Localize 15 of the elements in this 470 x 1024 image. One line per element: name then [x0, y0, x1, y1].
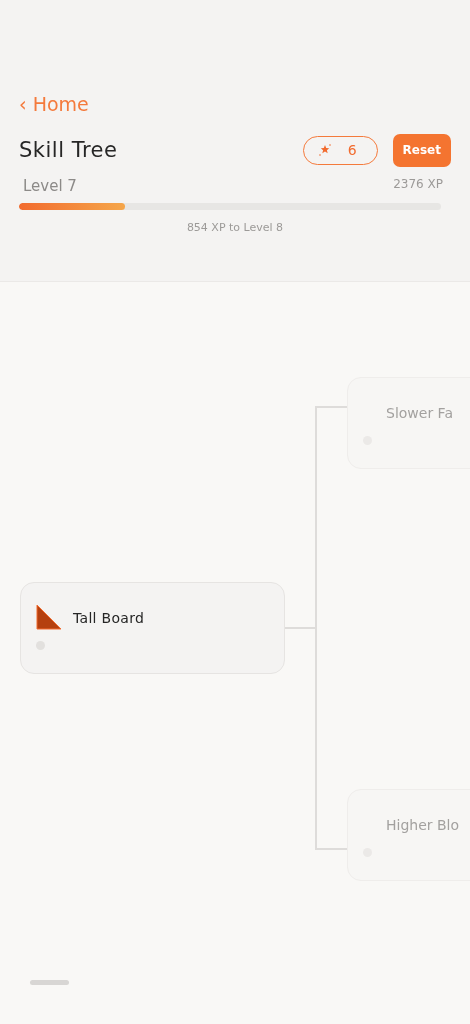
skill-node[interactable]: Slower Fa [347, 377, 470, 469]
reset-button[interactable]: Reset [392, 133, 451, 167]
skill-name: Slower Fa [386, 405, 453, 421]
scroll-indicator [30, 980, 69, 985]
skill-name: Higher Blo [386, 817, 460, 833]
skill-node[interactable]: Tall Board [20, 582, 285, 674]
sparkle-icon [317, 143, 332, 157]
page-title: Skill Tree [19, 138, 119, 162]
xp-total: 2376 XP [393, 177, 443, 193]
skill-name: Tall Board [73, 610, 145, 626]
back-link[interactable]: ‹ Home [19, 93, 89, 115]
xp-remaining: 854 XP to Level 8 [185, 221, 285, 234]
ruler-triangle-icon [36, 604, 62, 630]
skill-node[interactable]: Higher Blo [347, 789, 470, 881]
level-label: Level 7 [23, 177, 77, 195]
